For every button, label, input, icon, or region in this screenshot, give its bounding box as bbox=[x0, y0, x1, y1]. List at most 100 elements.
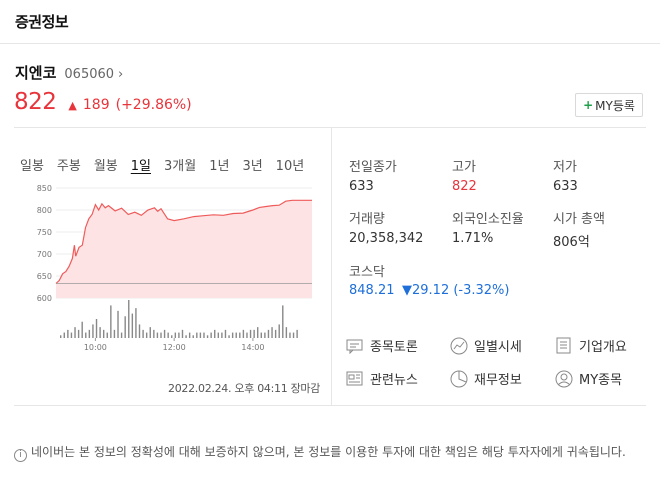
link-my-stocks[interactable]: MY종목 bbox=[555, 369, 622, 388]
volume-bar bbox=[163, 329, 166, 338]
volume-bar bbox=[278, 324, 280, 338]
volume-bar bbox=[228, 335, 230, 338]
tab-weekly-candle[interactable]: 주봉 bbox=[57, 155, 81, 174]
current-price: 822 bbox=[14, 89, 57, 115]
index-value: 848.21 bbox=[349, 283, 395, 298]
link-financial-info[interactable]: 재무정보 bbox=[450, 369, 522, 388]
volume-bar bbox=[160, 332, 162, 338]
chevron-right-icon[interactable]: › bbox=[118, 67, 123, 82]
volume-bar bbox=[70, 332, 73, 338]
volume-bar bbox=[239, 332, 241, 338]
stat-high: 고가 822 bbox=[452, 156, 477, 194]
chat-board-icon bbox=[346, 339, 363, 354]
volume-bar bbox=[196, 332, 198, 338]
volume-bar bbox=[99, 327, 101, 338]
panel-vertical-divider bbox=[331, 127, 332, 405]
link-daily-price[interactable]: 일별시세 bbox=[450, 336, 522, 355]
stat-value: 822 bbox=[452, 179, 477, 194]
link-label: 기업개요 bbox=[579, 340, 627, 355]
volume-bar bbox=[174, 332, 177, 338]
stock-code[interactable]: 065060 bbox=[64, 67, 114, 82]
volume-bar bbox=[282, 305, 284, 338]
y-tick-label: 700 bbox=[37, 250, 52, 259]
disclaimer-text: 네이버는 본 정보의 정확성에 대해 보증하지 않으며, 본 정보를 이용한 투… bbox=[31, 445, 626, 459]
volume-bar bbox=[224, 329, 227, 338]
stat-foreign-ratio: 외국인소진율 1.71% bbox=[452, 208, 524, 246]
market-close-timestamp: 2022.02.24. 오후 04:11 장마감 bbox=[168, 382, 321, 395]
volume-bar bbox=[67, 329, 69, 338]
stat-value: 633 bbox=[349, 179, 374, 194]
document-list-icon bbox=[556, 337, 571, 353]
volume-bar bbox=[246, 332, 248, 338]
section-title: 증권정보 bbox=[15, 13, 69, 31]
volume-bar bbox=[217, 332, 220, 338]
tab-daily-candle[interactable]: 일봉 bbox=[20, 155, 44, 174]
panel-bottom-divider bbox=[14, 405, 646, 406]
volume-bar bbox=[124, 316, 126, 338]
stat-value: 633 bbox=[553, 179, 578, 194]
volume-bar bbox=[167, 332, 169, 338]
y-tick-label: 750 bbox=[37, 228, 52, 237]
volume-bar bbox=[188, 332, 191, 338]
link-label: 종목토론 bbox=[370, 340, 418, 355]
add-my-stock-button[interactable]: + MY등록 bbox=[575, 93, 643, 117]
price-change: 189 bbox=[82, 97, 110, 113]
volume-bar bbox=[185, 335, 187, 338]
panel-top-divider bbox=[14, 127, 646, 128]
link-label: MY종목 bbox=[579, 373, 623, 388]
volume-bar bbox=[171, 335, 173, 338]
volume-bar bbox=[249, 329, 252, 338]
tab-10-years[interactable]: 10년 bbox=[276, 155, 305, 174]
link-label: 일별시세 bbox=[474, 340, 522, 355]
link-discussion[interactable]: 종목토론 bbox=[346, 336, 418, 355]
x-tick-label: 14:00 bbox=[241, 343, 264, 352]
volume-bar bbox=[285, 327, 288, 338]
volume-bar bbox=[85, 332, 87, 338]
volume-bar bbox=[88, 329, 91, 338]
plus-icon: + bbox=[583, 98, 594, 112]
volume-bar bbox=[63, 332, 65, 338]
newspaper-icon bbox=[346, 371, 363, 385]
stat-label: 저가 bbox=[553, 160, 577, 175]
volume-bar bbox=[253, 329, 255, 338]
stat-label: 거래량 bbox=[349, 212, 385, 227]
volume-bar bbox=[153, 329, 155, 338]
volume-bar bbox=[203, 332, 205, 338]
volume-bar bbox=[81, 321, 83, 338]
user-circle-icon bbox=[555, 370, 573, 387]
stat-value: 806억 bbox=[553, 235, 590, 250]
volume-bar bbox=[156, 332, 159, 338]
stat-index-label: 코스닥 bbox=[349, 261, 385, 280]
volume-bar bbox=[92, 324, 94, 338]
pie-chart-icon bbox=[450, 370, 468, 387]
info-icon: i bbox=[14, 449, 27, 462]
y-tick-label: 800 bbox=[37, 206, 52, 215]
tab-3-months[interactable]: 3개월 bbox=[164, 155, 196, 174]
volume-bar bbox=[128, 300, 130, 338]
volume-bar bbox=[214, 329, 216, 338]
tab-1-day[interactable]: 1일 bbox=[131, 155, 151, 174]
tab-monthly-candle[interactable]: 월봉 bbox=[94, 155, 118, 174]
stat-low: 저가 633 bbox=[553, 156, 578, 194]
volume-bar bbox=[131, 313, 134, 338]
index-change: ▼29.12 (-3.32%) bbox=[402, 283, 510, 298]
stock-name[interactable]: 지엔코 bbox=[15, 62, 56, 83]
header-bar: 증권정보 bbox=[0, 0, 660, 44]
stock-name-row[interactable]: 지엔코 065060 › bbox=[15, 62, 123, 83]
link-related-news[interactable]: 관련뉴스 bbox=[346, 369, 418, 388]
volume-bar bbox=[210, 332, 212, 338]
tab-1-year[interactable]: 1년 bbox=[209, 155, 229, 174]
stat-label: 고가 bbox=[452, 160, 476, 175]
add-my-stock-label: MY등록 bbox=[595, 98, 635, 113]
volume-bar bbox=[60, 335, 62, 338]
stat-value: 1.71% bbox=[452, 231, 494, 246]
tab-3-years[interactable]: 3년 bbox=[242, 155, 262, 174]
volume-bar bbox=[181, 329, 184, 338]
link-label: 관련뉴스 bbox=[370, 373, 418, 388]
volume-bar bbox=[257, 327, 259, 338]
volume-bar bbox=[110, 305, 112, 338]
y-tick-label: 850 bbox=[37, 184, 52, 193]
intraday-price-chart[interactable]: 850 800 750 700 650 600 10:00 12:00 14:00 bbox=[14, 180, 320, 355]
volume-bar bbox=[274, 329, 277, 338]
link-company-overview[interactable]: 기업개요 bbox=[555, 336, 627, 355]
